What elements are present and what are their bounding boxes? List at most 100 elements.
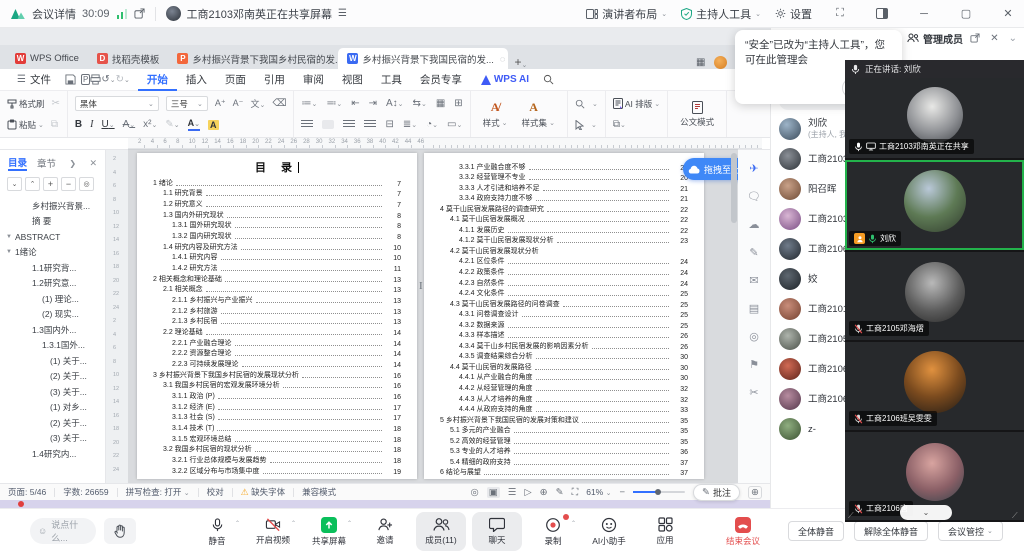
panel-close-icon[interactable]: ✕ [990,33,998,44]
number-list-icon[interactable]: ≕⌄ [326,98,342,109]
zoom-slider[interactable] [633,491,685,493]
side-panel-toggle-icon[interactable] [868,1,896,27]
resize-handle-right[interactable]: ⟋ [1012,511,1021,520]
menu-tab-1[interactable]: 开始 [138,69,177,91]
web-view-icon[interactable]: ⊕ [540,487,548,498]
sidebar-tab-toc[interactable]: 目录 [8,155,27,171]
border-icon[interactable]: ▭⌄ [447,119,462,130]
toc-tree-item[interactable]: (1) 对乡... [0,400,105,416]
toc-tree-item[interactable]: 1.4研究内... [0,446,105,460]
paste-button[interactable]: 粘贴⌄ [7,119,44,131]
caret-icon[interactable]: ⌃ [347,520,352,527]
toc-tree-item[interactable]: (1) 理论... [0,291,105,307]
increase-indent-icon[interactable]: ⇥ [369,98,377,109]
toc-tree-item[interactable]: 1.2研究意... [0,276,105,292]
video-strip-collapse-button[interactable]: ⌄ [900,505,952,520]
ai-layout-button[interactable]: AI 排版⌄ [613,98,660,110]
edit-mode-icon[interactable]: ✎ [556,487,564,498]
toc-locate-icon[interactable]: ◎ [79,177,94,191]
missing-font-warning[interactable]: ⚠ 缺失字体 [241,486,285,498]
font-name-select[interactable]: 黑体⌄ [75,96,159,111]
side-tool-share-icon[interactable]: ✈ [749,162,758,175]
menu-tab-6[interactable]: 视图 [333,69,372,91]
decrease-indent-icon[interactable]: ⇤ [351,98,359,109]
document-scrollbar[interactable] [731,153,737,223]
panel-footer-button-2[interactable]: 解除全体静音 [854,521,928,541]
toolbar-item-7[interactable]: ⌃录制 [528,512,578,551]
style-set-button[interactable]: A⃗样式集⌄ [517,100,560,129]
proofread-button[interactable]: 校对 [207,486,224,498]
copy-icon[interactable]: ⧉ [51,119,58,130]
bold-button[interactable]: B [75,119,82,130]
toc-tree-item[interactable]: 1.1研究背... [0,260,105,276]
side-tool-target-icon[interactable]: ◎ [749,330,759,343]
text-effects-icon[interactable]: 文⌄ [250,97,265,110]
side-tool-mail-icon[interactable]: ✉ [749,274,758,287]
resize-handle-left[interactable]: ⟋ [848,511,857,520]
popout-icon[interactable] [134,8,145,19]
toc-tree-item[interactable]: (2) 关于... [0,415,105,431]
drag-upload-button[interactable]: 拖拽至此上传 [683,158,738,180]
toc-prev-icon[interactable]: ⌄ [7,177,22,191]
toc-tree-item[interactable]: (2) 关于... [0,369,105,385]
text-direction-icon[interactable]: A↕⌄ [386,98,404,109]
toolbar-item-8[interactable]: AI小助手 [584,512,634,551]
font-size-select[interactable]: 三号⌄ [166,96,208,111]
sidebar-close-icon[interactable]: ✕ [89,158,97,169]
align-justify-icon[interactable] [364,120,376,129]
cut-icon[interactable]: ✂ [52,98,60,109]
grow-font-icon[interactable]: A⁺ [215,98,226,109]
align-right-icon[interactable] [343,120,355,129]
toolbar-item-4[interactable]: 邀请 [360,512,410,551]
menu-tab-5[interactable]: 审阅 [294,69,333,91]
toc-tree-item[interactable]: ▼1绪论 [0,245,105,261]
panel-footer-button-1[interactable]: 全体静音 [788,521,844,541]
toc-tree-item[interactable]: (1) 关于... [0,353,105,369]
raise-hand-button[interactable] [104,518,136,544]
print-icon[interactable] [90,74,101,85]
toc-tree-item[interactable]: 1.3国内外... [0,322,105,338]
layers-icon[interactable]: ⧉⌄ [613,119,626,130]
undo-icon[interactable]: ↺⌄ [101,74,115,85]
side-tool-comment-icon[interactable]: 🗨 [747,190,761,203]
insert-cells-icon[interactable]: ⊞ [454,98,462,109]
wps-tab-1[interactable]: WWPS Office [6,48,88,69]
share-actions-icon[interactable]: ☰ [338,8,347,19]
side-tool-cloud-icon[interactable]: ☁ [749,218,760,231]
wps-tab-4[interactable]: W乡村振兴背景下我国民宿的发...◌✕ [338,48,508,69]
wps-tab-3[interactable]: P乡村振兴背景下我国乡村民宿的发... [168,48,338,69]
shrink-font-icon[interactable]: A⁻ [233,98,244,109]
caret-icon[interactable]: ⌃ [571,520,576,527]
maximize-button[interactable]: ▢ [952,1,980,27]
quick-chat-input[interactable]: ☺ 说点什么... [30,518,96,544]
align-left-icon[interactable] [301,120,313,129]
outline-view-icon[interactable]: ☰ [508,487,517,498]
panel-footer-button-3[interactable]: 会议管控 ⌄ [938,521,1003,541]
toc-collapse-icon[interactable]: − [61,177,76,191]
highlight-icon[interactable]: ✎⌄ [165,119,179,130]
video-tile[interactable]: 刘欣 [845,160,1024,250]
minimize-button[interactable]: ─ [910,1,938,27]
menu-tab-8[interactable]: 会员专享 [411,69,471,91]
sidebar-expand-icon[interactable]: ❯ [69,159,76,168]
sidebar-tab-section[interactable]: 章节 [37,156,56,170]
toolbar-item-3[interactable]: ⌃共享屏幕 [304,512,354,551]
toolbar-item-5[interactable]: 成员(11) [416,512,466,551]
toc-tree-item[interactable]: 乡村振兴背景... [0,198,105,214]
zoom-out-icon[interactable]: − [619,487,625,498]
end-meeting-button[interactable]: 结束会议 [718,512,768,551]
meeting-detail-link[interactable]: 会议详情 [32,6,76,22]
line-spacing-icon[interactable]: ⊟ [385,119,393,130]
caret-icon[interactable]: ⌃ [291,520,296,527]
panel-popout-icon[interactable] [970,33,980,44]
spellcheck-status[interactable]: 拼写检查: 打开 ⌄ [126,486,190,498]
toc-tree-item[interactable]: (3) 关于... [0,431,105,447]
toc-tree-item[interactable]: (2) 现实... [0,307,105,323]
toolbar-item-1[interactable]: ⌃静音 [192,512,242,551]
zoom-level[interactable]: 61% ⌄ [586,487,611,497]
layout-selector[interactable]: 演讲者布局⌄ [586,6,667,22]
menu-tab-7[interactable]: 工具 [372,69,411,91]
toc-tree-item[interactable]: 1.3.1国外... [0,338,105,354]
host-tools-button[interactable]: 主持人工具⌄ [681,6,761,22]
shading-icon[interactable]: ◔⌄ [426,119,438,130]
